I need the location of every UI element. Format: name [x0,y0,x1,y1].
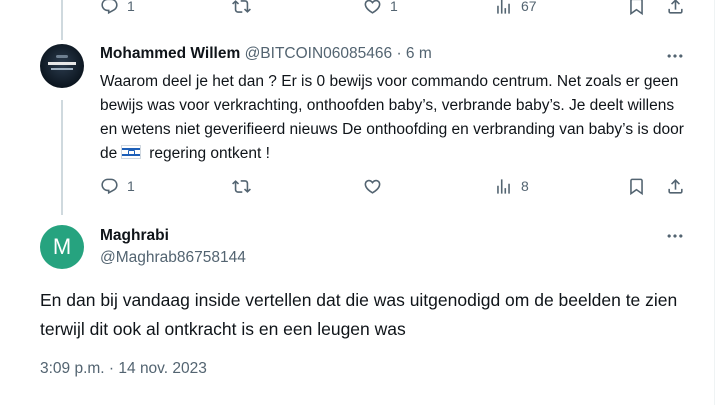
reply-icon [101,0,118,14]
reply-button[interactable]: 1 [100,0,135,16]
retweet-icon [232,179,251,193]
heart-icon [364,0,381,14]
reply-count: 1 [127,0,135,14]
reply-icon [101,178,118,194]
column-border [714,0,723,405]
views-chart-icon [497,178,510,194]
like-button[interactable]: 1 [363,0,398,16]
author-handle[interactable]: @Maghrab86758144 [100,249,246,267]
reply-count: 1 [127,178,135,194]
tweet-timestamp[interactable]: 3:09 p.m. · 14 nov. 2023 [40,360,207,378]
top-tweet-actions: 1 1 67 [96,0,693,18]
author-name[interactable]: Mohammed Willem [100,45,240,62]
author-handle[interactable]: @BITCOIN06085466 [245,45,393,62]
more-options-icon [667,54,683,58]
views-button[interactable]: 8 [494,177,529,196]
more-options-button[interactable] [665,226,685,252]
heart-icon [364,179,381,194]
time-ago[interactable]: 6 m [406,45,432,62]
thread-connector-line [61,0,63,40]
bookmark-icon [630,0,643,15]
retweet-button[interactable] [232,177,251,196]
views-chart-icon [497,0,510,14]
reply-tweet: Mohammed Willem @BITCOIN06085466 · 6 m W… [100,44,690,166]
retweet-icon [232,0,251,13]
tweet-text: Waarom deel je het dan ? Er is 0 bewijs … [100,70,690,166]
share-button[interactable] [666,177,685,196]
bookmark-icon [630,178,643,195]
bookmark-button[interactable] [627,177,646,196]
views-count: 8 [521,178,529,194]
share-button[interactable] [666,0,685,16]
tweet-header: Mohammed Willem @BITCOIN06085466 · 6 m [100,44,690,64]
avatar[interactable]: M [40,225,84,269]
reply-tweet-actions: 1 8 [96,174,693,198]
more-options-button[interactable] [665,46,685,72]
avatar[interactable] [40,44,84,88]
share-icon [668,178,683,194]
bookmark-button[interactable] [627,0,646,16]
retweet-button[interactable] [232,0,251,16]
like-button[interactable] [363,177,382,196]
tweet-thread-view: 1 1 67 Mohammed Willem @BITCOIN06085466 … [0,0,723,405]
israel-flag-emoji [121,145,142,159]
share-icon [668,0,683,14]
separator: · [396,45,402,62]
like-count: 1 [390,0,398,14]
tweet-text-part: regering ontkent ! [149,145,270,162]
views-count: 67 [521,0,537,14]
tweet-text: En dan bij vandaag inside vertellen dat … [40,290,678,339]
thread-connector-line [61,100,63,215]
views-button[interactable]: 67 [494,0,537,16]
more-options-icon [667,234,683,238]
author-name[interactable]: Maghrabi [100,227,169,245]
reply-button[interactable]: 1 [100,177,135,196]
